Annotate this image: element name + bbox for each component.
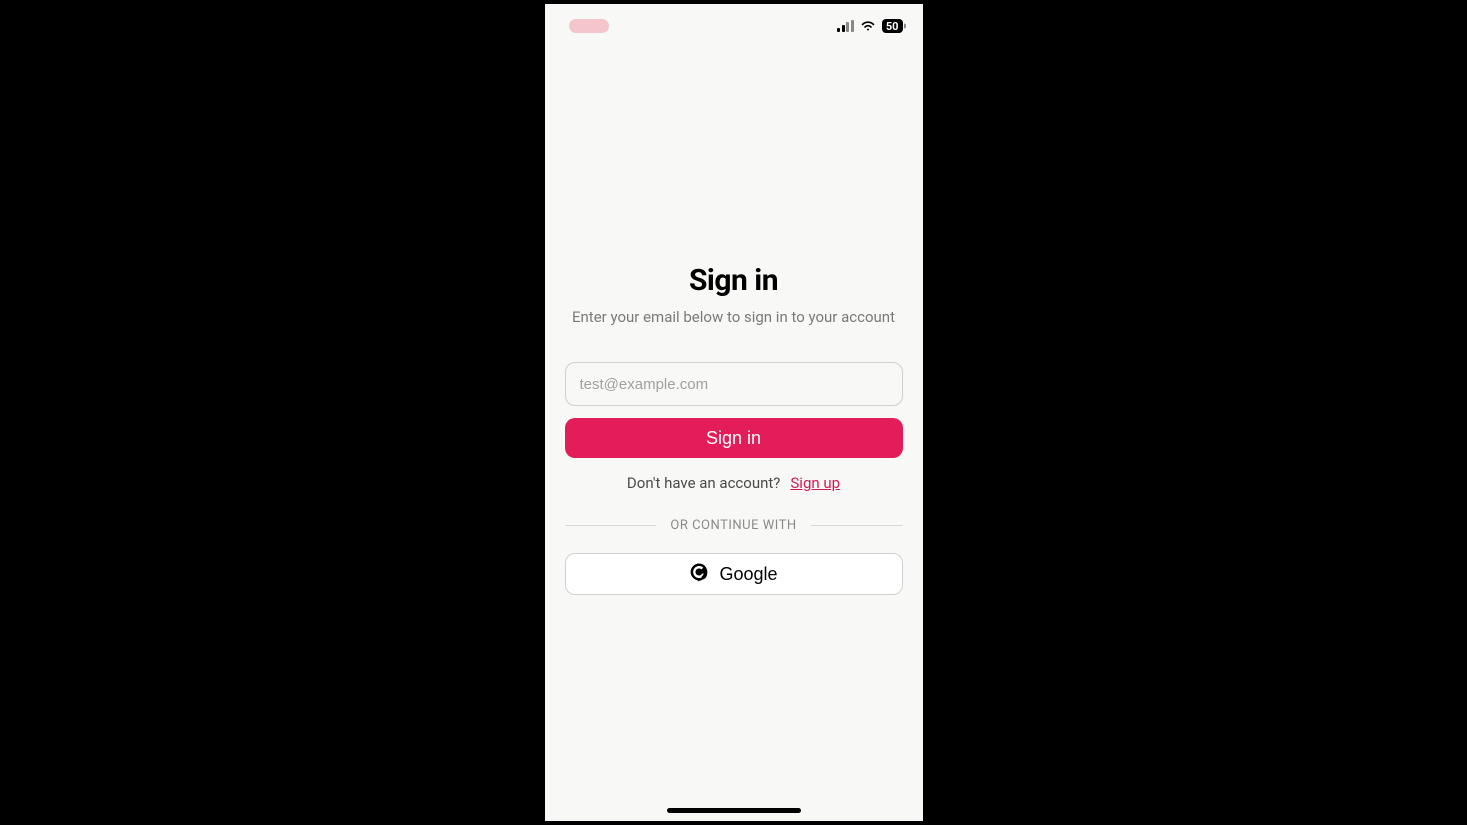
battery-level: 50 <box>886 20 899 33</box>
home-indicator[interactable] <box>667 808 801 813</box>
page-subtitle: Enter your email below to sign in to you… <box>565 308 903 326</box>
signup-row: Don't have an account? Sign up <box>565 474 903 492</box>
page-title: Sign in <box>565 263 903 298</box>
no-account-text: Don't have an account? <box>627 474 780 492</box>
email-input[interactable] <box>565 362 903 406</box>
status-bar: 50 <box>545 4 923 48</box>
google-signin-button[interactable]: Google <box>565 553 903 595</box>
cellular-signal-icon <box>837 20 854 32</box>
battery-icon: 50 <box>882 19 903 33</box>
auth-content: Sign in Enter your email below to sign i… <box>545 48 923 821</box>
status-indicators: 50 <box>837 17 902 36</box>
wifi-icon <box>860 17 876 36</box>
signup-link[interactable]: Sign up <box>790 474 840 492</box>
divider-line-left <box>565 525 657 526</box>
status-pill <box>569 19 609 33</box>
divider: OR CONTINUE WITH <box>565 518 903 533</box>
phone-screen: 50 Sign in Enter your email below to sig… <box>545 4 923 821</box>
divider-text: OR CONTINUE WITH <box>656 518 810 533</box>
signin-button[interactable]: Sign in <box>565 418 903 458</box>
google-button-label: Google <box>719 564 777 585</box>
divider-line-right <box>811 525 903 526</box>
google-icon <box>689 562 709 587</box>
